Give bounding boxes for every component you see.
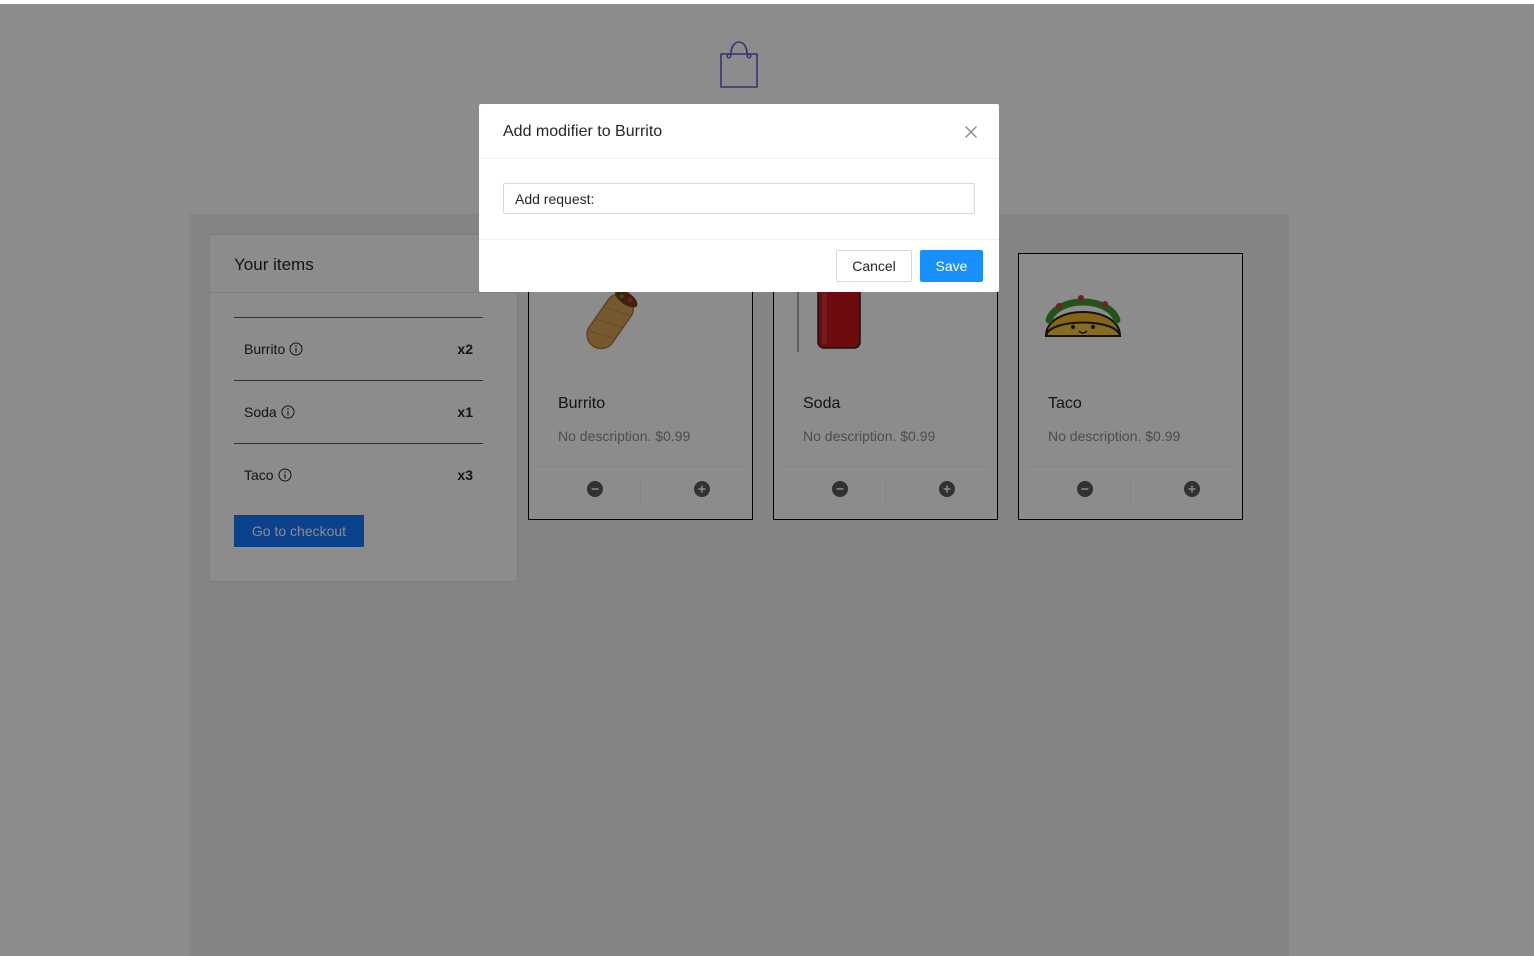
app-page: Your items Burrito x2 Soda x1 Taco x3 Go… <box>0 0 1534 956</box>
cancel-button[interactable]: Cancel <box>836 250 912 282</box>
request-input[interactable] <box>503 183 975 214</box>
close-icon[interactable] <box>961 122 981 142</box>
save-button[interactable]: Save <box>920 250 983 282</box>
modifier-modal: Add modifier to Burrito Cancel Save <box>479 104 999 292</box>
modal-footer-divider <box>479 239 999 240</box>
modal-title: Add modifier to Burrito <box>503 123 663 140</box>
modal-header-divider <box>479 158 999 159</box>
